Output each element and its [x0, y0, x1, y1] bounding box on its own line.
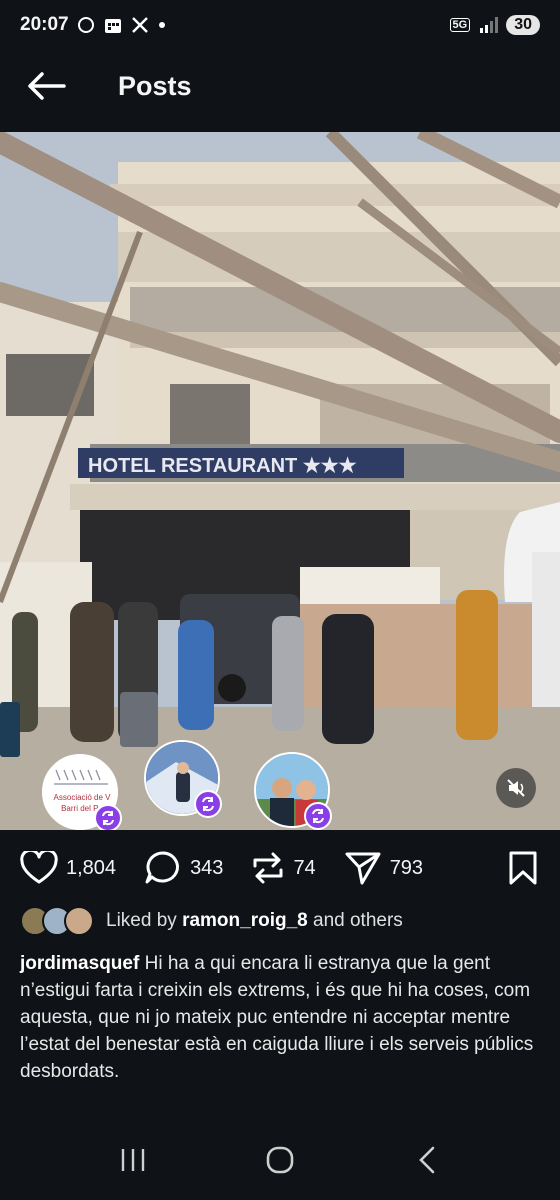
- repost-icon: [202, 796, 214, 812]
- system-back-button[interactable]: [397, 1135, 457, 1185]
- page-title: Posts: [118, 70, 192, 101]
- comment-bubble-icon: [145, 851, 179, 884]
- share-button[interactable]: 793: [344, 850, 431, 886]
- post-media[interactable]: HOTEL RESTAURANT ★★★ Associació de V Bar…: [0, 132, 560, 830]
- notification-dot-icon: [158, 22, 165, 28]
- repost-icon: [312, 808, 324, 824]
- liked-by-user[interactable]: ramon_roig_8: [182, 910, 308, 932]
- bookmark-icon: [509, 851, 537, 885]
- clock: 20:07: [20, 14, 69, 35]
- calendar-icon: [104, 19, 121, 33]
- repost-badge-3: [304, 802, 332, 830]
- network-type: 5G: [449, 18, 471, 32]
- battery-level: 30: [506, 15, 540, 35]
- save-button[interactable]: [508, 850, 538, 891]
- post-photo: HOTEL RESTAURANT ★★★: [0, 132, 560, 830]
- repost-badge-1: [94, 804, 122, 830]
- signal-icon: [480, 17, 499, 33]
- repost-count: 74: [293, 856, 316, 879]
- liker-avatar: [64, 906, 94, 936]
- status-bar: 20:07 5G 30: [0, 0, 560, 50]
- home-circle-icon: [266, 1146, 294, 1174]
- repost-arrows-icon: [253, 852, 283, 884]
- action-bar: 1,804 343 74 793: [0, 840, 560, 896]
- top-bar: Posts: [0, 52, 560, 120]
- share-count: 793: [389, 856, 424, 879]
- tag-label-1a: Associació de V: [54, 793, 112, 802]
- mute-button[interactable]: [496, 768, 536, 808]
- speaker-muted-icon: [507, 779, 525, 797]
- recent-apps-button[interactable]: [103, 1135, 163, 1185]
- recent-apps-icon: [122, 1149, 145, 1171]
- hotel-sign-text: HOTEL RESTAURANT ★★★: [88, 455, 357, 477]
- x-logo-icon: [131, 17, 148, 33]
- repost-icon: [102, 810, 114, 826]
- like-count: 1,804: [66, 856, 117, 879]
- back-button[interactable]: [22, 62, 70, 110]
- liker-avatars: [20, 906, 94, 936]
- repost-button[interactable]: 74: [251, 850, 323, 886]
- comment-button[interactable]: 343: [144, 850, 231, 886]
- system-nav-bar: [0, 1130, 560, 1190]
- liked-by-row[interactable]: Liked by ramon_roig_8 and others: [20, 906, 403, 936]
- like-button[interactable]: 1,804: [20, 851, 124, 885]
- arrow-left-icon: [28, 72, 66, 100]
- comment-count: 343: [190, 856, 224, 879]
- circle-status-icon: [77, 17, 94, 33]
- home-button[interactable]: [250, 1135, 310, 1185]
- liked-by-suffix: and others: [313, 910, 403, 931]
- repost-badge-2: [194, 790, 222, 818]
- caption-username[interactable]: jordimasquef: [20, 953, 139, 974]
- post-caption: jordimasquef Hi ha a qui encara li estra…: [20, 950, 545, 1085]
- heart-icon: [20, 851, 58, 884]
- chevron-left-icon: [418, 1146, 434, 1174]
- paper-plane-icon: [345, 852, 381, 885]
- liked-by-prefix: Liked by: [106, 910, 177, 931]
